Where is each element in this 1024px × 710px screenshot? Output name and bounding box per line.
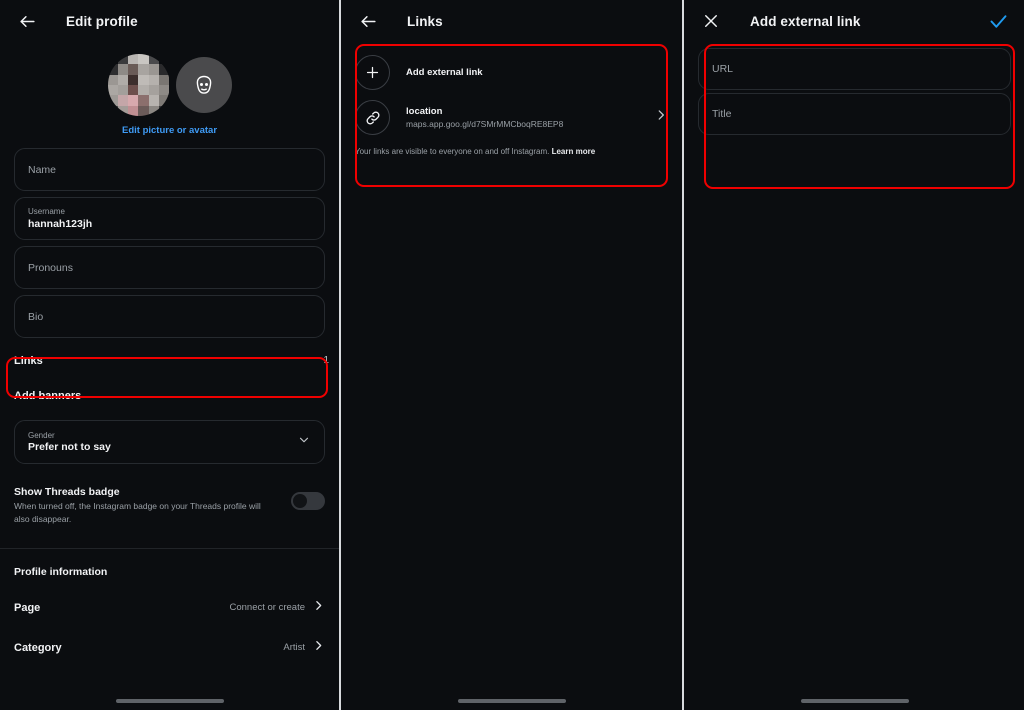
name-field-placeholder: Name bbox=[28, 163, 57, 176]
username-field-label: Username bbox=[28, 207, 65, 217]
avatar-face-icon bbox=[196, 75, 211, 94]
close-x-icon[interactable] bbox=[698, 8, 724, 34]
title-input[interactable]: Title bbox=[698, 93, 1011, 135]
home-indicator bbox=[115, 699, 224, 703]
category-row-label: Category bbox=[14, 641, 62, 654]
panel-links: Links Add external link location maps.ap… bbox=[341, 0, 682, 710]
page-title: Links bbox=[407, 13, 443, 29]
avatar-row bbox=[0, 54, 339, 116]
edit-picture-or-avatar-link[interactable]: Edit picture or avatar bbox=[0, 125, 339, 136]
url-input[interactable]: URL bbox=[698, 48, 1011, 90]
existing-link-title: location bbox=[406, 106, 443, 117]
category-row[interactable]: Category Artist bbox=[0, 628, 339, 668]
chevron-right-icon bbox=[312, 599, 325, 617]
avatar-button[interactable] bbox=[175, 57, 232, 113]
link-form: URL Title bbox=[684, 48, 1024, 135]
gender-field[interactable]: Gender Prefer not to say bbox=[14, 420, 325, 464]
pronouns-field[interactable]: Pronouns bbox=[14, 246, 325, 289]
add-external-link-label: Add external link bbox=[406, 67, 483, 78]
learn-more-link[interactable]: Learn more bbox=[552, 147, 596, 156]
arrow-left-icon[interactable] bbox=[355, 8, 381, 34]
profile-photo-pixelated bbox=[107, 54, 170, 116]
home-indicator bbox=[457, 699, 566, 703]
links-note-text: Your links are visible to everyone on an… bbox=[355, 147, 550, 156]
bio-field[interactable]: Bio bbox=[14, 295, 325, 338]
links-row[interactable]: Links 1 bbox=[0, 346, 329, 386]
links-visibility-note: Your links are visible to everyone on an… bbox=[341, 140, 682, 157]
page-title: Edit profile bbox=[66, 13, 138, 29]
existing-link-url: maps.app.goo.gl/d7SMrMMCboqRE8EP8 bbox=[406, 119, 564, 129]
checkmark-icon[interactable] bbox=[985, 8, 1011, 34]
gender-field-label: Gender bbox=[28, 430, 55, 440]
arrow-left-icon[interactable] bbox=[14, 8, 40, 34]
home-indicator bbox=[800, 699, 909, 703]
add-external-link-item[interactable]: Add external link bbox=[341, 50, 682, 95]
category-row-value: Artist bbox=[283, 642, 305, 653]
username-field-value: hannah123jh bbox=[28, 217, 93, 230]
add-banners-row[interactable]: Add banners bbox=[0, 386, 339, 402]
links-header: Links bbox=[341, 0, 682, 42]
threads-badge-toggle[interactable] bbox=[291, 492, 325, 510]
links-row-count: 1 bbox=[323, 355, 329, 366]
profile-fields: Name Username hannah123jh Pronouns Bio bbox=[0, 148, 339, 338]
gender-section: Gender Prefer not to say bbox=[0, 420, 339, 464]
chevron-down-icon bbox=[297, 433, 311, 452]
username-field[interactable]: Username hannah123jh bbox=[14, 197, 325, 240]
name-field[interactable]: Name bbox=[14, 148, 325, 191]
threads-badge-title: Show Threads badge bbox=[14, 486, 120, 498]
panel-add-external-link: Add external link URL Title bbox=[684, 0, 1024, 710]
existing-link-item[interactable]: location maps.app.goo.gl/d7SMrMMCboqRE8E… bbox=[341, 95, 682, 140]
chevron-right-icon[interactable] bbox=[654, 108, 668, 127]
url-input-placeholder: URL bbox=[712, 63, 734, 75]
gender-field-value: Prefer not to say bbox=[28, 441, 111, 454]
panel-edit-profile: Edit profile Edit picture or avatar Name… bbox=[0, 0, 339, 710]
chevron-right-icon bbox=[312, 639, 325, 657]
toggle-knob bbox=[293, 494, 307, 508]
add-external-link-header: Add external link bbox=[684, 0, 1024, 42]
page-row-label: Page bbox=[14, 601, 41, 614]
threads-badge-row: Show Threads badge When turned off, the … bbox=[0, 486, 339, 526]
profile-photo[interactable] bbox=[107, 54, 170, 116]
title-input-placeholder: Title bbox=[712, 108, 732, 120]
page-row-value: Connect or create bbox=[229, 602, 305, 613]
screenshot-root: Edit profile Edit picture or avatar Name… bbox=[0, 0, 1024, 710]
plus-icon bbox=[355, 55, 390, 90]
threads-badge-description: When turned off, the Instagram badge on … bbox=[14, 501, 261, 524]
page-title: Add external link bbox=[750, 13, 861, 29]
page-row[interactable]: Page Connect or create bbox=[0, 588, 339, 628]
pronouns-field-placeholder: Pronouns bbox=[28, 261, 73, 274]
bio-field-placeholder: Bio bbox=[28, 310, 44, 323]
links-row-label: Links bbox=[14, 355, 43, 367]
link-chain-icon bbox=[355, 100, 390, 135]
edit-profile-header: Edit profile bbox=[0, 0, 339, 42]
profile-information-title: Profile information bbox=[14, 565, 108, 578]
